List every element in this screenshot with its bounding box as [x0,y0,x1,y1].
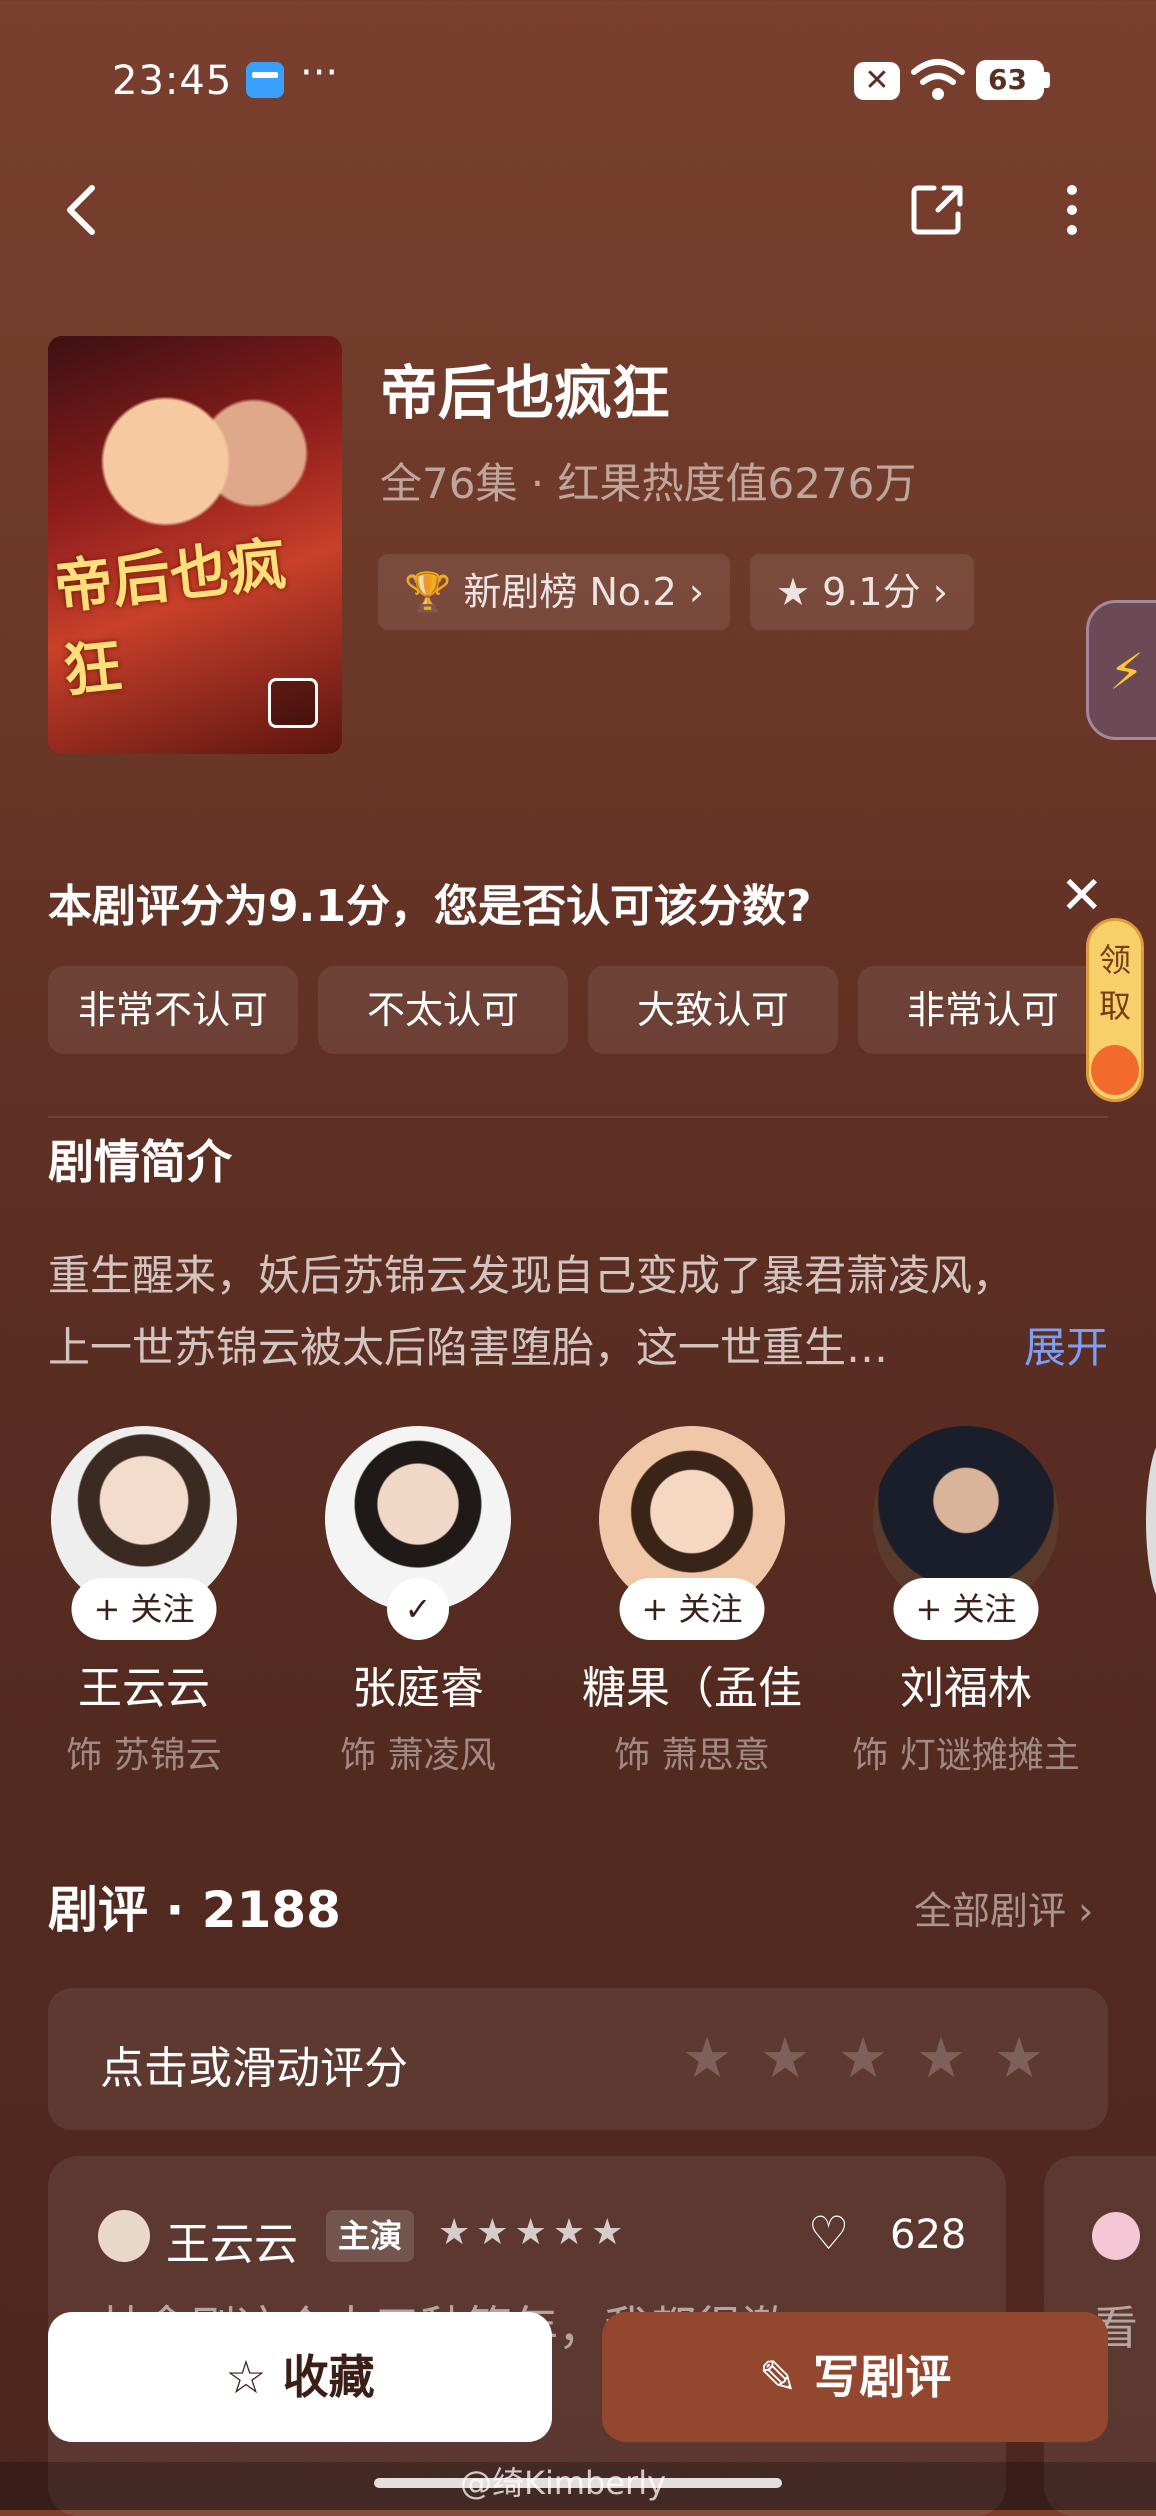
rating-star-3-icon[interactable]: ★ [838,2026,888,2091]
watermark: @绮Kimberly [460,2464,667,2502]
lead-actor-badge: 主演 [326,2210,415,2262]
all-reviews-link[interactable]: 全部剧评 › [914,1880,1093,1935]
trophy-icon: 🏆 [404,570,452,614]
cast-role: 饰 萧思意 [614,1735,770,1776]
more-menu-icon[interactable] [1042,180,1102,240]
score-chip[interactable]: ★ 9.1分 › [750,554,974,630]
battery-icon: 63 [976,60,1050,100]
rating-option-strongly-disagree[interactable]: 非常不认可 [48,966,298,1054]
reviewer-name: 王云云 [166,2219,298,2270]
star-icon: ★ [776,570,811,614]
synopsis-text: 重生醒来，妖后苏锦云发现自己变成了暴君萧凌风， 上一世苏锦云被太后陷害堕胎，这一… [48,1240,1108,1384]
back-icon[interactable] [54,180,114,240]
cast-name: 张庭睿 [352,1663,484,1714]
cast-member[interactable]: + 关注 王云云 饰 苏锦云 [24,1426,264,1778]
follow-button[interactable]: + 关注 [893,1578,1039,1640]
favorite-button[interactable]: ☆ 收藏 [48,2312,552,2442]
rating-option-agree[interactable]: 大致认可 [588,966,838,1054]
rating-star-4-icon[interactable]: ★ [916,2026,966,2091]
cast-role: 饰 苏锦云 [66,1735,222,1776]
mute-icon: ✕ [854,62,900,100]
write-review-button[interactable]: ✎ 写剧评 [602,2312,1108,2442]
lightning-icon: ⚡ [1109,643,1145,701]
score-chip-label: 9.1分 [822,570,921,614]
like-count: 628 [890,2212,967,2258]
share-icon[interactable] [908,180,968,240]
reviewer-avatar [1092,2212,1140,2260]
synopsis-line-2: 上一世苏锦云被太后陷害堕胎，这一世重生… [48,1323,889,1372]
cast-name: 糖果（孟佳 [582,1663,802,1714]
rating-star-5-icon[interactable]: ★ [994,2026,1044,2091]
chevron-right-icon: › [688,570,705,614]
drama-title: 帝后也疯狂 [380,359,671,427]
follow-button[interactable]: + 关注 [71,1578,217,1640]
reviewer-avatar [98,2210,150,2262]
rank-chip-label: 新剧榜 No.2 [463,570,677,614]
cast-member[interactable]: ✓ 张庭睿 饰 萧凌风 [298,1426,538,1778]
reward-pot-icon [1091,1045,1139,1095]
cast-member[interactable]: + 关注 刘福林 饰 灯谜摊摊主 [846,1426,1086,1778]
claim-reward-button[interactable]: 领取 [1086,918,1144,1102]
cast-avatar-partial[interactable] [1146,1436,1156,1606]
rating-question: 本剧评分为9.1分，您是否认可该分数? [48,881,812,932]
section-divider [48,1116,1108,1118]
wallet-app-icon [246,62,284,98]
more-notifications-icon: ··· [300,50,339,96]
drama-meta: 全76集 · 红果热度值6276万 [380,459,917,508]
drama-poster[interactable]: 帝后也疯狂 [48,336,342,754]
cast-name: 王云云 [78,1663,210,1714]
rating-option-disagree[interactable]: 不太认可 [318,966,568,1054]
poster-badge-icon [268,678,318,728]
rating-star-1-icon[interactable]: ★ [682,2026,732,2091]
close-icon[interactable]: ✕ [1060,866,1104,926]
rate-prompt-label: 点击或滑动评分 [100,2043,408,2094]
cast-role: 饰 灯谜摊摊主 [852,1735,1080,1776]
reviews-heading: 剧评 · 2188 [48,1881,341,1939]
wifi-icon [911,59,965,100]
claim-reward-label: 领取 [1098,941,1131,1025]
expand-link[interactable]: 展开 [1024,1312,1108,1384]
floating-bolt-tab[interactable]: ⚡ [1086,600,1156,740]
cast-member[interactable]: + 关注 糖果（孟佳 饰 萧思意 [572,1426,812,1778]
cast-name: 刘福林 [900,1663,1032,1714]
status-time: 23:45 [112,58,233,104]
cast-role: 饰 萧凌风 [340,1735,496,1776]
review-stars: ★★★★★ [438,2212,630,2253]
chevron-right-icon: › [932,570,948,614]
follow-button[interactable]: + 关注 [619,1578,765,1640]
rank-chip[interactable]: 🏆 新剧榜 No.2 › [378,554,731,630]
heart-icon[interactable]: ♡ [808,2206,849,2260]
followed-check-icon[interactable]: ✓ [387,1578,449,1640]
rating-option-strongly-agree[interactable]: 非常认可 [858,966,1108,1054]
rating-star-2-icon[interactable]: ★ [760,2026,810,2091]
synopsis-line-1: 重生醒来，妖后苏锦云发现自己变成了暴君萧凌风， [48,1251,1015,1300]
synopsis-heading: 剧情简介 [48,1135,232,1189]
star-rating-box[interactable]: 点击或滑动评分 ★ ★ ★ ★ ★ [48,1988,1108,2130]
